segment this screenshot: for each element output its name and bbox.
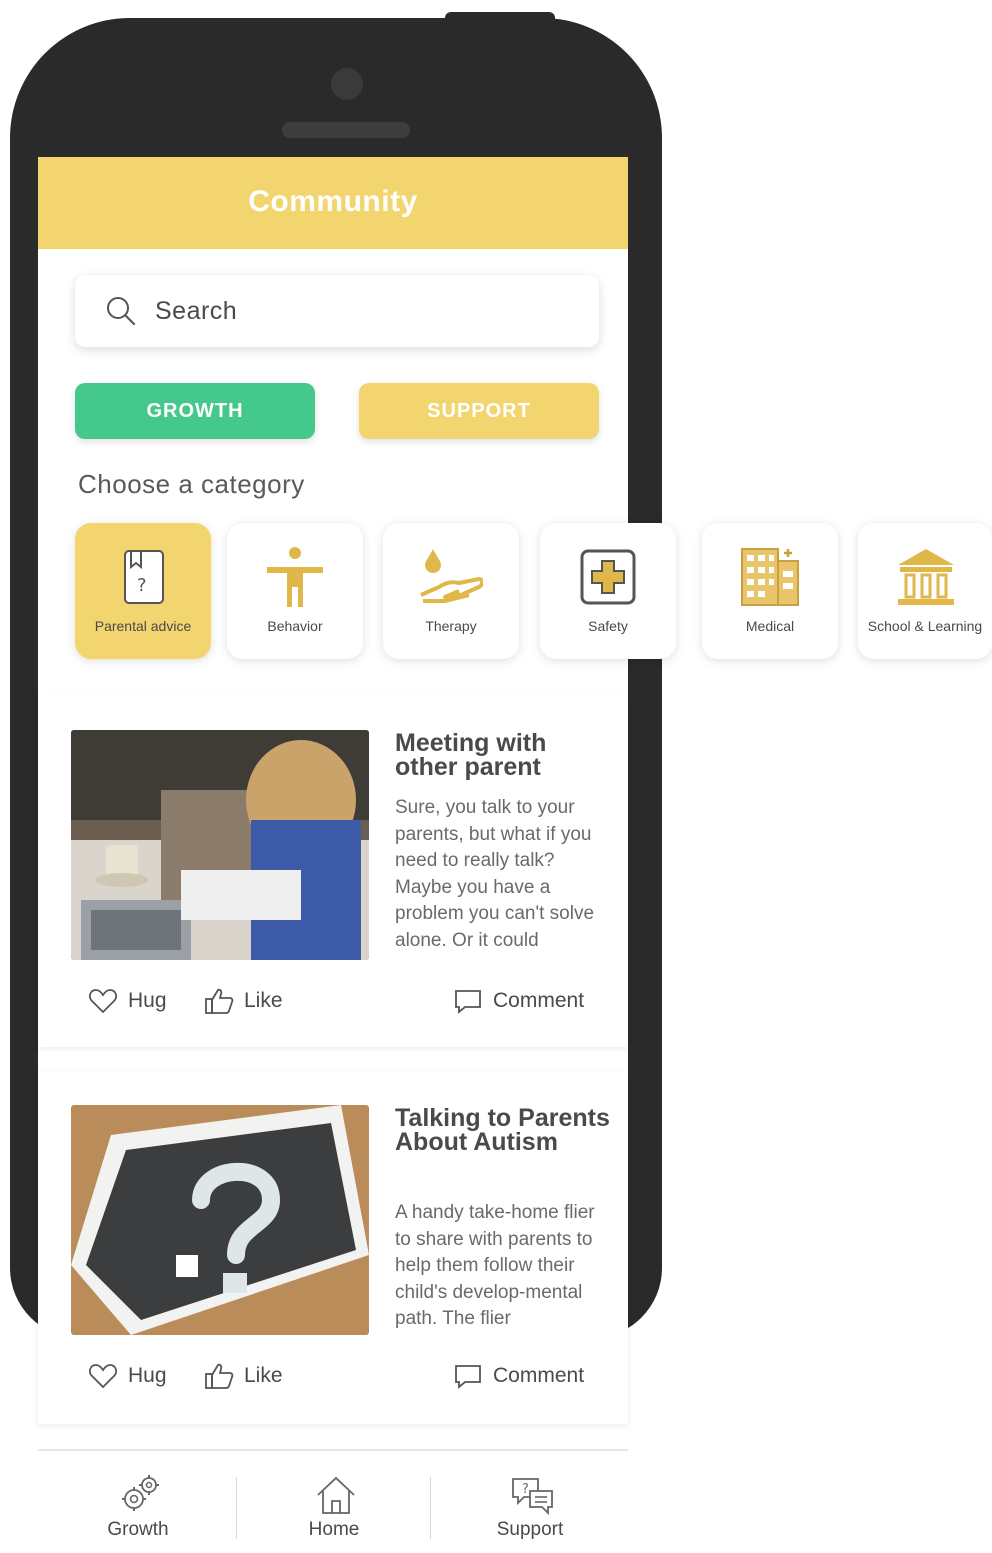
- heart-icon: [89, 989, 117, 1014]
- post-card[interactable]: Talking to Parents About Autism A handy …: [38, 1072, 628, 1424]
- like-label: Like: [244, 989, 283, 1012]
- search-placeholder: Search: [155, 297, 238, 325]
- chat-support-icon: ?: [512, 1478, 553, 1516]
- category-parental-advice[interactable]: ? Parental advice: [75, 523, 211, 659]
- hug-button[interactable]: Hug: [88, 987, 167, 1015]
- svg-text:?: ?: [522, 1482, 529, 1497]
- comment-label: Comment: [493, 989, 585, 1012]
- front-camera: [331, 68, 363, 100]
- post-body: Sure, you talk to your parents, but what…: [395, 797, 595, 951]
- nav-label-support: Support: [496, 1519, 564, 1540]
- app-screen: Community Search GROWTH SUPPORT Choose a…: [38, 157, 628, 1553]
- category-label: School & Learning: [867, 618, 983, 634]
- bottom-nav: Growth Home ? Support: [38, 1449, 628, 1553]
- nav-item-home[interactable]: Home: [236, 1451, 432, 1553]
- home-icon: [317, 1476, 355, 1514]
- category-safety[interactable]: Safety: [540, 523, 676, 659]
- thumbs-up-icon: [205, 1363, 234, 1389]
- first-aid-icon: [580, 549, 636, 605]
- category-behavior[interactable]: Behavior: [227, 523, 363, 659]
- nav-label-growth: Growth: [107, 1519, 169, 1540]
- school-icon: [898, 549, 954, 605]
- hug-label: Hug: [128, 1364, 167, 1387]
- category-therapy[interactable]: Therapy: [383, 523, 519, 659]
- nav-item-support[interactable]: ? Support: [432, 1451, 628, 1553]
- like-button[interactable]: Like: [204, 987, 283, 1015]
- like-button[interactable]: Like: [204, 1362, 283, 1390]
- header-bar: Community: [38, 157, 628, 249]
- category-label: Behavior: [267, 618, 323, 634]
- thumbs-up-icon: [205, 988, 234, 1014]
- comment-button[interactable]: Comment: [453, 1362, 584, 1390]
- question-book-icon: ?: [124, 550, 164, 604]
- hug-label: Hug: [128, 989, 167, 1012]
- heart-icon: [89, 1364, 117, 1389]
- support-button[interactable]: SUPPORT: [359, 383, 599, 439]
- post-title: Talking to Parents About Autism: [395, 1104, 610, 1156]
- category-school-learning[interactable]: School & Learning: [858, 523, 992, 659]
- comment-icon: [455, 990, 481, 1014]
- category-label: Safety: [588, 618, 628, 634]
- page-title: Community: [248, 185, 418, 218]
- category-heading: Choose a category: [78, 469, 305, 499]
- gears-icon: [122, 1475, 159, 1511]
- speaker-grille: [282, 122, 410, 138]
- post-image: [71, 1105, 369, 1335]
- post-card[interactable]: Meeting with other parent Sure, you talk…: [38, 697, 628, 1047]
- hand-drop-icon: [420, 549, 483, 603]
- nav-label-home: Home: [308, 1519, 360, 1540]
- category-label: Parental advice: [94, 618, 192, 634]
- post-image: [71, 730, 369, 960]
- post-body: A handy take-home flier to share with pa…: [395, 1202, 595, 1330]
- comment-label: Comment: [493, 1364, 585, 1387]
- person-icon: [267, 547, 323, 607]
- category-label: Therapy: [425, 618, 477, 634]
- comment-button[interactable]: Comment: [453, 987, 584, 1015]
- nav-divider: [430, 1477, 431, 1539]
- search-icon: [107, 297, 136, 326]
- post-actions: Hug Like Comment: [38, 1362, 628, 1402]
- like-label: Like: [244, 1364, 283, 1387]
- post-title: Meeting with other parent: [395, 729, 547, 781]
- post-actions: Hug Like Comment: [38, 987, 628, 1027]
- growth-button[interactable]: GROWTH: [75, 383, 315, 439]
- category-label: Medical: [745, 618, 795, 634]
- hospital-icon: [741, 548, 799, 606]
- svg-text:?: ?: [137, 575, 147, 596]
- hug-button[interactable]: Hug: [88, 1362, 167, 1390]
- comment-icon: [455, 1365, 481, 1389]
- power-button: [445, 12, 555, 26]
- search-input[interactable]: Search: [75, 275, 599, 347]
- category-medical[interactable]: Medical: [702, 523, 838, 659]
- nav-item-growth[interactable]: Growth: [40, 1451, 236, 1553]
